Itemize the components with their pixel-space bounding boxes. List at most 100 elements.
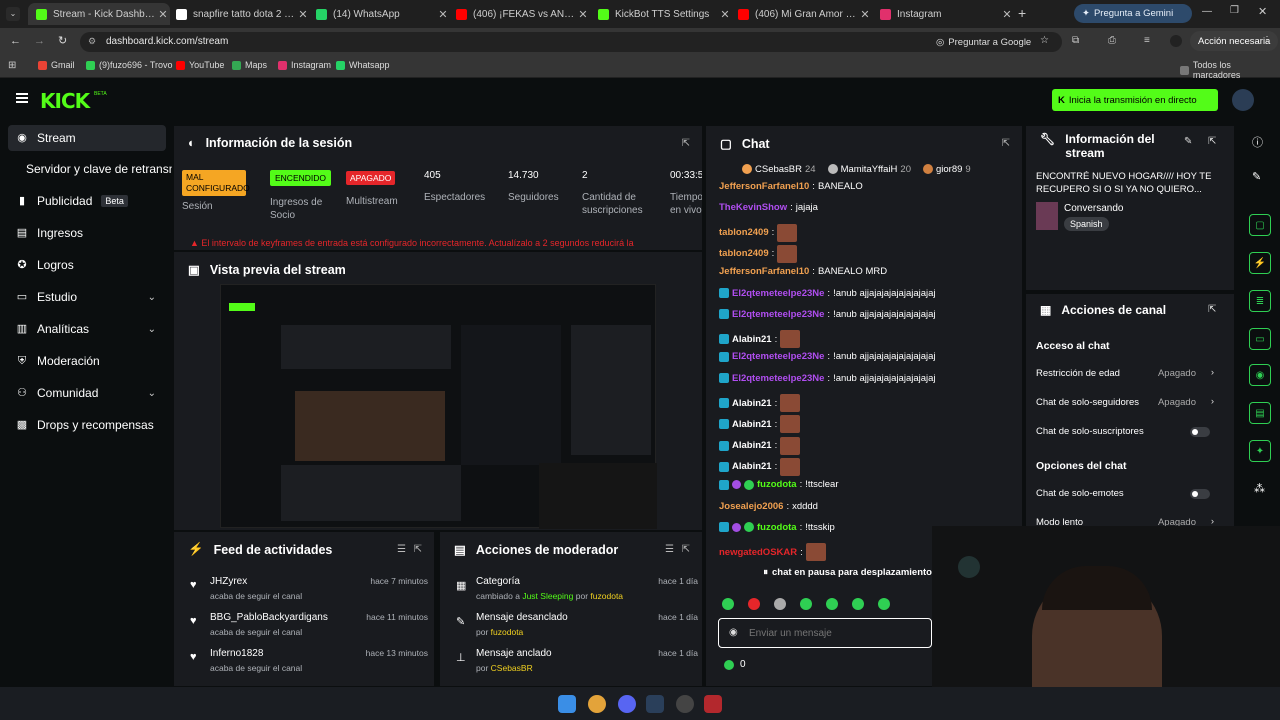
chat-message[interactable]: Alabin21: xyxy=(719,394,801,412)
chat-message[interactable]: El2qtemeteelpe23Ne: !anub ajjajajajajajaj… xyxy=(719,288,936,299)
browser-tab[interactable]: Instagram ✕ xyxy=(872,3,1014,25)
discord-taskbar-icon[interactable] xyxy=(618,695,636,713)
setting-toggle[interactable] xyxy=(1190,489,1210,499)
chat-username[interactable]: Alabin21 xyxy=(732,419,772,430)
chat-message[interactable]: fuzodota: !ttsclear xyxy=(719,479,838,490)
chat-message[interactable]: TheKevinShow: jajaja xyxy=(719,202,818,213)
bookmark-item[interactable]: Instagram xyxy=(278,60,331,70)
new-tab-icon[interactable]: + xyxy=(1018,5,1026,21)
rail-layers-icon[interactable]: ▤ xyxy=(1249,402,1271,424)
follower-name[interactable]: Inferno1828 xyxy=(210,648,263,659)
chat-message[interactable]: Alabin21: xyxy=(719,415,801,434)
rail-more-icon[interactable]: ⁂ xyxy=(1254,482,1265,495)
activity-feed-item[interactable]: ♥ BBG_PabloBackyardigans acaba de seguir e… xyxy=(178,612,428,646)
sidebar-item[interactable]: ▭ Estudio ⌄ xyxy=(8,284,166,310)
chat-username[interactable]: JeffersonFarfanel10 xyxy=(719,181,809,192)
channel-setting-row[interactable]: Restricción de edad Apagado › xyxy=(1036,367,1224,384)
site-info-icon[interactable]: ⚙ xyxy=(88,36,96,47)
browser-tab[interactable]: (406) Mi Gran Amor - Rap✕ xyxy=(730,3,872,25)
sidebar-item[interactable]: ✪ Logros xyxy=(8,252,166,278)
chat-message[interactable]: JeffersonFarfanel10: BANEALO xyxy=(719,181,863,192)
minimize-icon[interactable]: — xyxy=(1202,6,1212,17)
bookmark-item[interactable]: Maps xyxy=(232,60,267,70)
chat-message[interactable]: fuzodota: !ttsskip xyxy=(719,522,835,533)
rail-list-icon[interactable]: ≣ xyxy=(1249,290,1271,312)
chevron-down-icon[interactable]: ⌄ xyxy=(148,324,156,335)
emote-icon[interactable] xyxy=(722,598,734,610)
follower-name[interactable]: BBG_PabloBackyardigans xyxy=(210,612,328,623)
bookmark-star-icon[interactable]: ☆ xyxy=(1040,35,1049,46)
chat-username[interactable]: Alabin21 xyxy=(732,398,772,409)
emote-icon[interactable] xyxy=(852,598,864,610)
channel-setting-row[interactable]: Chat de solo-suscriptores xyxy=(1036,426,1224,442)
chevron-right-icon[interactable]: › xyxy=(1211,516,1214,526)
kick-points[interactable]: 0 xyxy=(724,659,746,670)
hamburger-menu-icon[interactable] xyxy=(16,93,28,103)
activity-feed-item[interactable]: ♥ JHZyrex acaba de seguir el canal hace 7 m… xyxy=(178,576,428,610)
profile-avatar[interactable] xyxy=(1170,35,1182,47)
gemini-button[interactable]: ✦ Pregunta a Gemini xyxy=(1074,4,1192,23)
emote-icon[interactable] xyxy=(800,598,812,610)
chat-username[interactable]: JeffersonFarfanel10 xyxy=(719,266,809,277)
edit-icon[interactable]: ✎ xyxy=(1184,136,1192,147)
ask-google-button[interactable]: ◎ Preguntar a Google xyxy=(930,33,1037,51)
filter-icon[interactable]: ☰ xyxy=(665,544,674,555)
mod-action-user[interactable]: fuzodota xyxy=(590,591,623,601)
follower-name[interactable]: JHZyrex xyxy=(210,576,247,587)
chat-username[interactable]: TheKevinShow xyxy=(719,202,787,213)
browser-tab[interactable]: snapfire tatto dota 2 - Bus✕ xyxy=(168,3,310,25)
steam-taskbar-icon[interactable] xyxy=(646,695,664,713)
setting-toggle[interactable] xyxy=(1190,427,1210,437)
chat-message[interactable]: tablon2409: xyxy=(719,223,798,242)
setting-value[interactable]: Apagado xyxy=(1158,368,1196,379)
chat-username[interactable]: newgatedOSKAR xyxy=(719,547,797,558)
tab-close-icon[interactable]: ✕ xyxy=(1000,8,1014,21)
mod-action-user[interactable]: fuzodota xyxy=(491,627,524,637)
chat-input-box[interactable]: ◉ xyxy=(718,618,932,648)
chat-username[interactable]: El2qtemeteelpe23Ne xyxy=(732,351,824,362)
chat-message[interactable]: tablon2409: xyxy=(719,244,798,263)
mod-action-item[interactable]: ▦ Categoría cambiado a Just Sleeping por f… xyxy=(444,576,698,610)
rail-wrench-icon[interactable]: ✦ xyxy=(1249,440,1271,462)
emote-icon[interactable] xyxy=(826,598,838,610)
kick-logo[interactable]: KICK xyxy=(40,89,90,113)
top-gifter[interactable]: MamitaYffaiH 20 xyxy=(827,162,911,176)
sidebar-item[interactable]: ▮ Publicidad Beta xyxy=(8,188,166,214)
setting-value[interactable]: Apagado xyxy=(1158,517,1196,526)
channel-setting-row[interactable]: Chat de solo-emotes xyxy=(1036,488,1224,504)
top-gifter[interactable]: gior89 9 xyxy=(923,162,971,176)
chat-message[interactable]: El2qtemeteelpe23Ne: !anub ajjajajajajajaj… xyxy=(719,309,936,320)
bookmark-item[interactable]: YouTube xyxy=(176,60,224,70)
chevron-right-icon[interactable]: › xyxy=(1211,396,1214,407)
browser-tab[interactable]: (406) ¡FEKAS vs ANTIFE ✕ xyxy=(448,3,590,25)
chat-message[interactable]: Alabin21: xyxy=(719,330,801,349)
reload-icon[interactable]: ↻ xyxy=(58,34,67,47)
chat-message[interactable]: newgatedOSKAR: xyxy=(719,543,826,562)
user-avatar[interactable] xyxy=(1232,89,1254,111)
channel-setting-row[interactable]: Modo lento Apagado › xyxy=(1036,516,1224,526)
popout-icon[interactable]: ⇱ xyxy=(414,544,422,555)
app-taskbar-icon[interactable] xyxy=(704,695,722,713)
popout-icon[interactable]: ⇱ xyxy=(1208,304,1216,315)
windows-start-icon[interactable] xyxy=(558,695,576,713)
chat-username[interactable]: El2qtemeteelpe23Ne xyxy=(732,309,824,320)
tab-close-icon[interactable]: ✕ xyxy=(858,8,872,21)
bookmark-item[interactable]: Gmail xyxy=(38,60,75,70)
tab-search-icon[interactable]: ⌄ xyxy=(6,7,20,21)
url-bar[interactable]: ⚙ dashboard.kick.com/stream ◎ Preguntar a… xyxy=(80,32,1062,52)
chrome-taskbar-icon[interactable] xyxy=(588,695,606,713)
rail-broadcast-icon[interactable]: ◉ xyxy=(1249,364,1271,386)
browser-tab[interactable]: (14) WhatsApp ✕ xyxy=(308,3,450,25)
screenshot-icon[interactable]: ⎙ xyxy=(1108,35,1116,46)
setting-value[interactable]: Apagado xyxy=(1158,397,1196,408)
chat-message-input[interactable] xyxy=(749,625,919,641)
go-live-button[interactable]: K Inicia la transmisión en directo xyxy=(1052,89,1218,111)
bookmark-item[interactable]: (9)fuzo696 - Trovo xyxy=(86,60,173,70)
chat-username[interactable]: El2qtemeteelpe23Ne xyxy=(732,373,824,384)
chat-username[interactable]: fuzodota xyxy=(757,522,797,533)
forward-icon[interactable]: → xyxy=(34,35,45,47)
rail-lightning-icon[interactable]: ⚡ xyxy=(1249,252,1271,274)
chat-username[interactable]: tablon2409 xyxy=(719,248,769,259)
popout-icon[interactable]: ⇱ xyxy=(1208,136,1216,147)
chat-username[interactable]: El2qtemeteelpe23Ne xyxy=(732,288,824,299)
